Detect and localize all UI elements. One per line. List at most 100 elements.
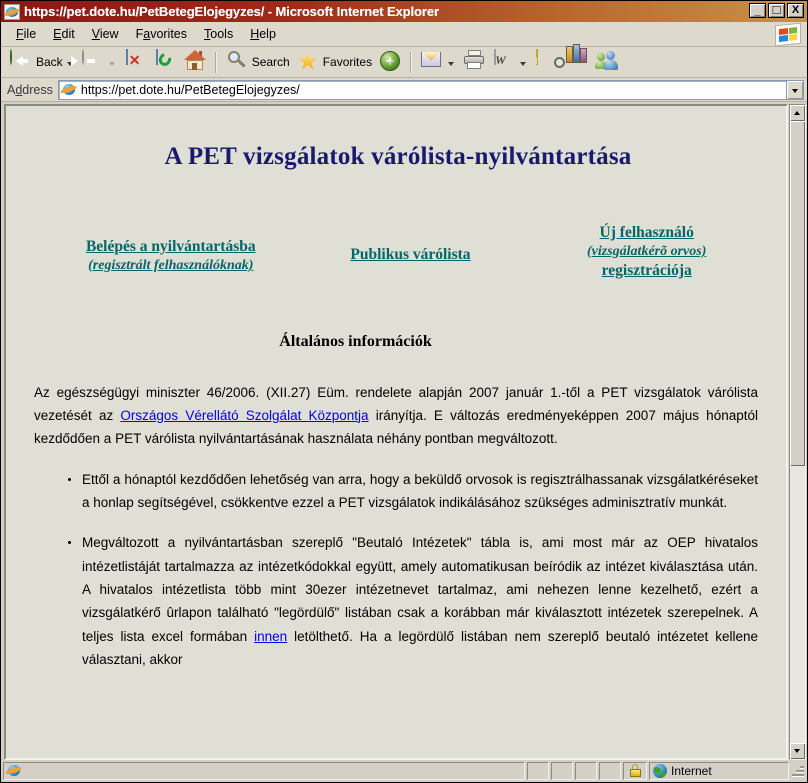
toolbar-separator (214, 51, 217, 73)
scroll-down-button[interactable] (790, 743, 805, 759)
nav-link-login-sub[interactable]: (regisztrált felhasználóknak) (38, 257, 304, 275)
nav-link-login[interactable]: Belépés a nyilvántartásba (regisztrált f… (20, 223, 304, 275)
home-button[interactable] (180, 49, 210, 76)
minimize-glyph: _ (754, 5, 761, 17)
nav-link-register-third[interactable]: regisztrációja (602, 262, 692, 279)
title-bar: https://pet.dote.hu/PetBetegElojegyzes/ … (1, 1, 807, 22)
content-area: A PET vizsgálatok várólista-nyilvántartá… (1, 102, 807, 760)
menu-item-help[interactable]: Help (242, 25, 285, 43)
forward-dropdown-icon[interactable] (108, 62, 115, 66)
nav-link-login-main[interactable]: Belépés a nyilvántartásba (86, 238, 256, 255)
browser-window: https://pet.dote.hu/PetBetegElojegyzes/ … (0, 0, 808, 783)
forward-icon (81, 49, 105, 74)
vertical-scrollbar[interactable] (789, 104, 806, 760)
info-bullet-list: Ettől a hónaptól kezdődően lehetőség van… (20, 468, 776, 672)
resize-grip-icon[interactable] (791, 764, 805, 778)
search-button[interactable]: Search (222, 49, 293, 76)
close-button[interactable]: X (787, 3, 804, 18)
stop-icon: ✕ (123, 49, 147, 74)
menu-item-favorites[interactable]: Favorites (128, 25, 196, 43)
menu-item-tools[interactable]: Tools (196, 25, 242, 43)
menu-item-view[interactable]: View (84, 25, 128, 43)
search-icon (225, 50, 249, 74)
close-glyph: X (791, 4, 800, 16)
maximize-button[interactable]: □ (768, 3, 785, 18)
menu-bar: File Edit View Favorites Tools Help (1, 22, 807, 47)
print-button[interactable] (459, 49, 489, 76)
secure-lock-icon (629, 764, 641, 777)
edit-dropdown-icon[interactable] (520, 62, 527, 66)
scrollbar-track[interactable] (790, 121, 805, 743)
mail-button[interactable] (417, 49, 459, 76)
ie-icon (4, 3, 20, 20)
search-label: Search (251, 55, 290, 69)
favorites-label: Favorites (322, 55, 373, 69)
security-zone-panel[interactable]: Internet (649, 761, 789, 780)
status-message-panel (3, 761, 525, 780)
print-icon (462, 50, 486, 74)
media-button[interactable] (375, 49, 405, 76)
status-bar: Internet (1, 760, 807, 782)
research-button[interactable] (554, 44, 591, 76)
nav-link-public-list-main[interactable]: Publikus várólista (350, 246, 470, 263)
nav-link-public-list[interactable]: Publikus várólista (304, 223, 518, 265)
menu-item-file[interactable]: File (8, 25, 45, 43)
toolbar-separator-2 (410, 51, 413, 73)
refresh-icon (153, 49, 177, 74)
status-panel-4 (599, 761, 621, 780)
security-zone-label: Internet (671, 763, 712, 778)
section-heading: Általános információk (279, 332, 432, 350)
internet-globe-icon (653, 763, 667, 778)
status-panel-3 (575, 761, 597, 780)
home-icon (183, 50, 207, 74)
nav-links: Belépés a nyilvántartásba (regisztrált f… (20, 223, 776, 281)
address-input[interactable]: https://pet.dote.hu/PetBetegElojegyzes/ (57, 79, 787, 100)
status-panel-1 (527, 761, 549, 780)
back-icon (9, 49, 33, 74)
status-panel-2 (551, 761, 573, 780)
bullet-2-part1: Megváltozott a nyilvántartásban szereplő… (82, 535, 758, 644)
bullet-1-text: Ettől a hónaptól kezdődően lehetőség van… (82, 471, 758, 510)
list-item: Megváltozott a nyilvántartásban szereplő… (68, 531, 758, 671)
maximize-glyph: □ (772, 2, 781, 17)
edit-word-button[interactable]: W (489, 49, 531, 76)
scroll-up-button[interactable] (790, 105, 805, 121)
excel-download-link[interactable]: innen (254, 629, 287, 644)
favorites-star-icon (296, 50, 320, 74)
windows-flag-icon (775, 22, 801, 47)
address-url-text: https://pet.dote.hu/PetBetegElojegyzes/ (80, 82, 300, 97)
security-lock-panel[interactable] (623, 761, 647, 780)
page-title: A PET vizsgálatok várólista-nyilvántartá… (164, 143, 632, 170)
messenger-icon (594, 50, 619, 74)
messenger-button[interactable] (591, 49, 621, 76)
window-title: https://pet.dote.hu/PetBetegElojegyzes/ … (24, 4, 439, 19)
back-label: Back (36, 55, 63, 69)
list-item: Ettől a hónaptól kezdődően lehetőség van… (68, 468, 758, 515)
mail-icon (420, 50, 444, 74)
ovsz-link[interactable]: Országos Vérellátó Szolgálat Központja (120, 408, 368, 423)
nav-link-register-main[interactable]: Új felhasználó (600, 224, 694, 241)
address-dropdown-button[interactable] (787, 79, 804, 100)
web-page: A PET vizsgálatok várólista-nyilvántartá… (4, 104, 788, 760)
media-icon (378, 50, 402, 74)
address-bar: Address https://pet.dote.hu/PetBetegEloj… (1, 78, 807, 102)
intro-paragraph: Az egészségügyi miniszter 46/2006. (XII.… (20, 381, 776, 451)
nav-link-register[interactable]: Új felhasználó (vizsgálatkérõ orvos) reg… (517, 223, 776, 281)
menu-item-edit[interactable]: Edit (45, 25, 84, 43)
mail-dropdown-icon[interactable] (448, 62, 455, 66)
stop-button[interactable]: ✕ (120, 49, 150, 76)
forward-button[interactable] (78, 49, 120, 76)
research-icon (554, 44, 588, 74)
toolbar: Back ✕ Search Favorites W (1, 44, 807, 78)
ie-page-icon (6, 763, 22, 779)
scrollbar-thumb[interactable] (790, 121, 805, 466)
favorites-button[interactable]: Favorites (293, 49, 375, 76)
edit-word-icon: W (492, 49, 516, 74)
nav-link-register-sub[interactable]: (vizsgálatkérõ orvos) (517, 243, 776, 261)
address-label: Address (7, 82, 53, 97)
minimize-button[interactable]: _ (749, 3, 766, 18)
window-controls: _ □ X (749, 3, 804, 18)
ie-page-icon (61, 82, 77, 98)
back-button[interactable]: Back (6, 49, 78, 76)
refresh-button[interactable] (150, 49, 180, 76)
